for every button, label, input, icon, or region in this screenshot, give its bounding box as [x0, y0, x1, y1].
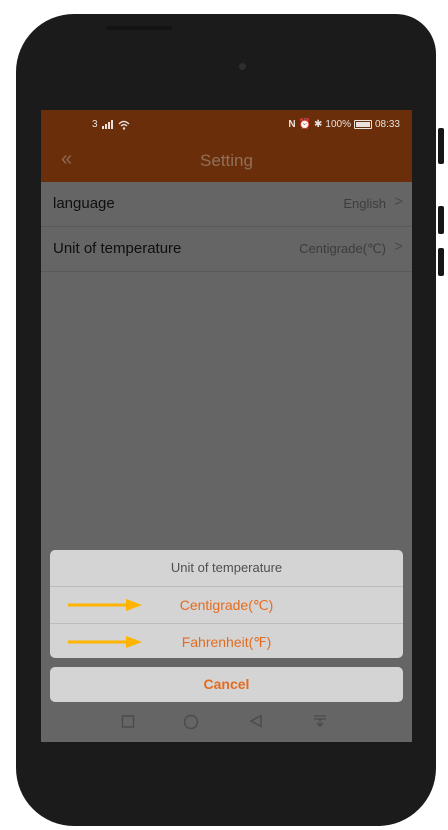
- status-bar: 3 N ⏰ ✱ 100% 08:33: [41, 110, 412, 140]
- phone-screen: 3 N ⏰ ✱ 100% 08:33 « Setting language En…: [41, 110, 412, 742]
- battery-percent: 100%: [325, 119, 351, 130]
- circle-home-icon[interactable]: [183, 714, 199, 730]
- setting-label: language: [53, 195, 115, 212]
- notification-pull-icon[interactable]: [313, 714, 327, 728]
- speaker-strip: [106, 26, 172, 30]
- annotation-arrow-icon: [68, 636, 142, 648]
- nfc-icon: N: [288, 119, 296, 130]
- square-recents-icon[interactable]: [121, 714, 135, 728]
- page-title: Setting: [200, 151, 253, 170]
- option-label: Centigrade(℃): [179, 597, 274, 613]
- app-header: « Setting: [41, 140, 412, 182]
- action-sheet: Unit of temperature Centigrade(℃) Fahren…: [50, 550, 403, 658]
- battery-icon: [353, 120, 372, 129]
- cancel-button[interactable]: Cancel: [50, 667, 403, 702]
- setting-row-temperature-unit[interactable]: Unit of temperature Centigrade(℃) >: [41, 227, 412, 272]
- bluetooth-icon: ✱: [314, 119, 323, 130]
- option-label: Fahrenheit(℉): [181, 634, 272, 650]
- clock: 08:33: [374, 119, 400, 130]
- wifi-icon: [118, 120, 130, 130]
- option-fahrenheit[interactable]: Fahrenheit(℉): [50, 624, 403, 658]
- sim-label: 3: [92, 119, 98, 130]
- system-navigation-bar: [41, 708, 412, 742]
- chevron-right-icon: >: [394, 238, 403, 255]
- side-button: [438, 248, 444, 276]
- option-centigrade[interactable]: Centigrade(℃): [50, 587, 403, 624]
- alarm-icon: ⏰: [298, 119, 311, 130]
- setting-label: Unit of temperature: [53, 240, 182, 257]
- chevron-right-icon: >: [394, 193, 403, 210]
- side-button: [438, 206, 444, 234]
- side-button: [438, 128, 444, 164]
- signal-icon: [101, 120, 113, 129]
- triangle-back-icon[interactable]: [249, 714, 263, 728]
- setting-row-language[interactable]: language English >: [41, 182, 412, 227]
- action-sheet-title: Unit of temperature: [50, 550, 403, 587]
- annotation-arrow-icon: [68, 599, 142, 611]
- setting-value: English: [343, 196, 386, 211]
- front-camera: [239, 63, 246, 70]
- setting-value: Centigrade(℃): [299, 241, 386, 256]
